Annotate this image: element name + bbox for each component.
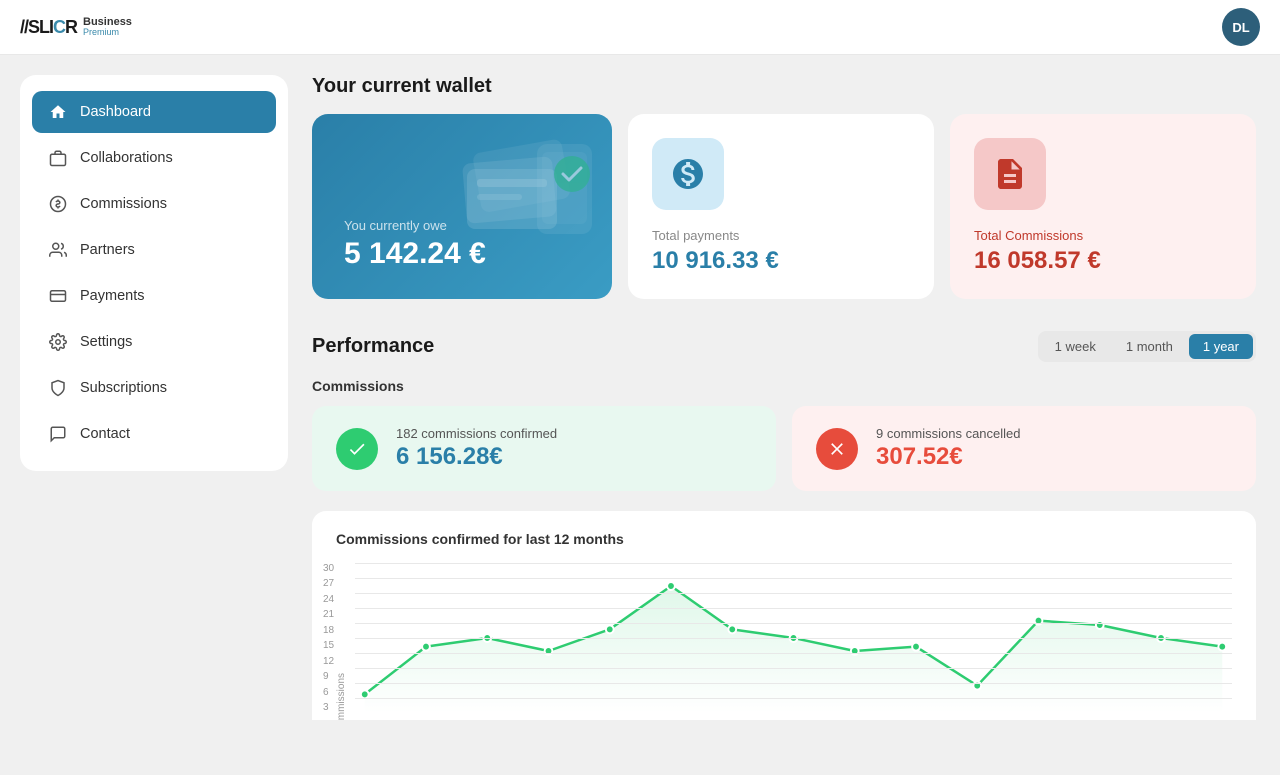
payments-card-label: Total payments: [652, 228, 739, 243]
logo-text: //SLICR: [20, 17, 77, 38]
payments-card-amount: 10 916.33 €: [652, 247, 779, 275]
confirmed-amount: 6 156.28€: [396, 443, 557, 471]
filter-1year[interactable]: 1 year: [1189, 334, 1253, 359]
payments-card-icon-wrap: [652, 138, 724, 210]
sidebar-item-dashboard[interactable]: Dashboard: [32, 91, 276, 133]
sidebar-item-partners[interactable]: Partners: [32, 229, 276, 271]
wallet-main-card: You currently owe 5 142.24 €: [312, 114, 612, 299]
confirmed-commissions-card: 182 commissions confirmed 6 156.28€: [312, 406, 776, 491]
filter-1week[interactable]: 1 week: [1041, 334, 1110, 359]
topnav: //SLICR Business Premium DL: [0, 0, 1280, 55]
sidebar-item-payments[interactable]: Payments: [32, 275, 276, 317]
sidebar-item-subscriptions[interactable]: Subscriptions: [32, 367, 276, 409]
confirmed-label: 182 commissions confirmed: [396, 426, 557, 441]
layout: Dashboard Collaborations Commissions Par…: [0, 55, 1280, 720]
cancelled-info: 9 commissions cancelled 307.52€: [876, 426, 1021, 471]
sidebar-label-settings: Settings: [80, 334, 132, 350]
filter-1month[interactable]: 1 month: [1112, 334, 1187, 359]
settings-icon: [48, 332, 68, 352]
sidebar-label-commissions: Commissions: [80, 196, 167, 212]
wallet-section-title: Your current wallet: [312, 75, 1256, 98]
sidebar-label-collaborations: Collaborations: [80, 150, 173, 166]
commission-cards: 182 commissions confirmed 6 156.28€ 9 co…: [312, 406, 1256, 491]
sidebar-item-settings[interactable]: Settings: [32, 321, 276, 363]
payments-icon: [48, 286, 68, 306]
sidebar-label-contact: Contact: [80, 426, 130, 442]
sidebar-item-contact[interactable]: Contact: [32, 413, 276, 455]
collaborations-icon: [48, 148, 68, 168]
home-icon: [48, 102, 68, 122]
time-filters: 1 week 1 month 1 year: [1038, 331, 1256, 362]
logo: //SLICR Business Premium: [20, 17, 132, 38]
cancelled-commissions-card: 9 commissions cancelled 307.52€: [792, 406, 1256, 491]
sidebar-label-dashboard: Dashboard: [80, 104, 151, 120]
main-content: Your current wallet: [288, 55, 1280, 720]
logo-business: Business Premium: [83, 17, 132, 37]
wallet-illustration: [442, 124, 602, 273]
commissions-card-amount: 16 058.57 €: [974, 247, 1101, 275]
confirmed-icon: [336, 428, 378, 470]
subscriptions-icon: [48, 378, 68, 398]
cancelled-label: 9 commissions cancelled: [876, 426, 1021, 441]
wallet-payments-card: Total payments 10 916.33 €: [628, 114, 934, 299]
sidebar-item-collaborations[interactable]: Collaborations: [32, 137, 276, 179]
performance-section-title: Performance: [312, 335, 434, 358]
contact-icon: [48, 424, 68, 444]
sidebar-label-subscriptions: Subscriptions: [80, 380, 167, 396]
chart-inner: 3 6 9 12 15 18 21 24 27 30: [355, 563, 1232, 720]
wallet-cards: You currently owe 5 142.24 € Total payme…: [312, 114, 1256, 299]
sidebar-item-commissions[interactable]: Commissions: [32, 183, 276, 225]
sidebar: Dashboard Collaborations Commissions Par…: [20, 75, 288, 471]
chart-title: Commissions confirmed for last 12 months: [336, 531, 1232, 547]
y-axis-label: Commissions: [336, 563, 347, 720]
wallet-commissions-card: Total Commissions 16 058.57 €: [950, 114, 1256, 299]
chart-card: Commissions confirmed for last 12 months…: [312, 511, 1256, 720]
confirmed-info: 182 commissions confirmed 6 156.28€: [396, 426, 557, 471]
cancelled-icon: [816, 428, 858, 470]
partners-icon: [48, 240, 68, 260]
commissions-card-icon-wrap: [974, 138, 1046, 210]
commissions-card-label: Total Commissions: [974, 228, 1083, 243]
commissions-card-icon: [974, 138, 1046, 210]
avatar[interactable]: DL: [1222, 8, 1260, 46]
sidebar-label-partners: Partners: [80, 242, 135, 258]
chart-container: Commissions 3 6 9 12 15 18 21 24 27 30: [336, 563, 1232, 720]
cancelled-amount: 307.52€: [876, 443, 1021, 471]
sidebar-label-payments: Payments: [80, 288, 144, 304]
commissions-icon: [48, 194, 68, 214]
performance-header: Performance 1 week 1 month 1 year: [312, 331, 1256, 362]
commissions-section-label: Commissions: [312, 378, 1256, 394]
payments-card-icon: [652, 138, 724, 210]
